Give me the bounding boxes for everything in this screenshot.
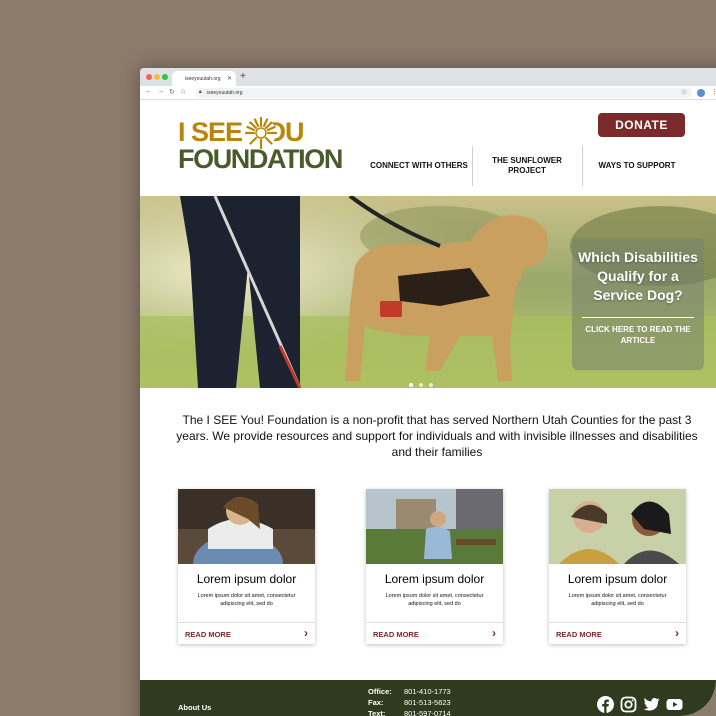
contact-row: Fax: 801-513-5623 xyxy=(368,697,451,708)
bookmark-star-icon[interactable]: ☆ xyxy=(681,88,687,96)
lock-icon: 🔒︎ xyxy=(199,89,202,95)
contact-key: Text: xyxy=(368,709,386,716)
read-more-label: READ MORE xyxy=(373,630,419,639)
url-text: iseeyouutah.org xyxy=(207,90,243,96)
footer-contact: Office: 801-410-1773 Fax: 801-513-5623 Tex… xyxy=(368,686,451,716)
contact-key: Office: xyxy=(368,687,392,696)
card-image xyxy=(549,489,686,564)
card-title: Lorem ipsum dolor xyxy=(384,572,485,586)
card-text: Lorem ipsum dolor sit amet, consectetur … xyxy=(197,593,296,607)
tab-title: iseeyouutah.org xyxy=(185,76,221,82)
contact-row: Office: 801-410-1773 xyxy=(368,686,451,697)
reload-icon[interactable]: ↻ xyxy=(169,88,175,96)
website: I SEE YOU FOUNDATION DONATE CONNECT WITH… xyxy=(140,100,716,716)
tab-bar: iseeyouutah.org ✕ + xyxy=(140,68,716,86)
address-bar[interactable]: 🔒︎ iseeyouutah.org xyxy=(195,88,692,98)
read-more-label: READ MORE xyxy=(185,630,231,639)
social-links xyxy=(597,696,683,713)
card-image xyxy=(178,489,315,564)
twitter-icon[interactable] xyxy=(643,696,660,713)
hero-article-card[interactable]: Which Disabilities Qualify for a Service… xyxy=(572,238,704,370)
browser-menu-icon[interactable]: ⋮ xyxy=(711,88,716,96)
feature-card[interactable]: Lorem ipsum dolor Lorem ipsum dolor sit … xyxy=(549,489,686,644)
donate-button[interactable]: DONATE xyxy=(598,113,685,137)
address-toolbar: ← → ↻ ⌂ 🔒︎ iseeyouutah.org ☆ ⋮ xyxy=(140,86,716,100)
nav-sunflower-project[interactable]: THE SUNFLOWER PROJECT xyxy=(484,146,570,186)
browser-tab[interactable]: iseeyouutah.org ✕ xyxy=(172,71,236,86)
card-text: Lorem ipsum dolor sit amet, consectetur … xyxy=(568,593,667,607)
carousel-dot[interactable] xyxy=(429,383,433,387)
facebook-icon[interactable] xyxy=(597,696,614,713)
hero-divider xyxy=(582,317,694,318)
nav-ways-to-support[interactable]: WAYS TO SUPPORT xyxy=(590,146,684,186)
close-window-button[interactable] xyxy=(146,74,152,80)
logo-line-2: FOUNDATION xyxy=(178,144,343,174)
nav-connect-with-others[interactable]: CONNECT WITH OTHERS xyxy=(366,146,472,186)
feature-card[interactable]: Lorem ipsum dolor Lorem ipsum dolor sit … xyxy=(178,489,315,644)
browser-window: iseeyouutah.org ✕ + ← → ↻ ⌂ 🔒︎ iseeyouut… xyxy=(140,68,716,716)
hero-read-article-link[interactable]: CLICK HERE TO READ THE ARTICLE xyxy=(572,324,704,346)
maximize-window-button[interactable] xyxy=(162,74,168,80)
home-icon[interactable]: ⌂ xyxy=(181,88,185,95)
new-tab-icon[interactable]: + xyxy=(240,71,246,82)
contact-key: Fax: xyxy=(368,698,384,707)
carousel-dots xyxy=(406,374,436,388)
hero-banner[interactable]: Which Disabilities Qualify for a Service… xyxy=(140,196,716,388)
hero-heading: Which Disabilities Qualify for a Service… xyxy=(578,249,698,303)
minimize-window-button[interactable] xyxy=(154,74,160,80)
feature-card[interactable]: Lorem ipsum dolor Lorem ipsum dolor sit … xyxy=(366,489,503,644)
card-text: Lorem ipsum dolor sit amet, consectetur … xyxy=(385,593,484,607)
chevron-right-icon: › xyxy=(492,626,496,640)
footer-about-link[interactable]: About Us xyxy=(178,703,211,712)
profile-avatar[interactable] xyxy=(697,89,705,97)
youtube-icon[interactable] xyxy=(666,696,683,713)
card-title: Lorem ipsum dolor xyxy=(196,572,297,586)
intro-text: The I SEE You! Foundation is a non-profi… xyxy=(176,413,698,459)
chevron-right-icon: › xyxy=(675,626,679,640)
card-image xyxy=(366,489,503,564)
card-title: Lorem ipsum dolor xyxy=(567,572,668,586)
read-more-label: READ MORE xyxy=(556,630,602,639)
chevron-right-icon: › xyxy=(304,626,308,640)
back-icon[interactable]: ← xyxy=(145,88,152,95)
nav-divider xyxy=(582,146,583,186)
site-footer: About Us Office: 801-410-1773 Fax: 801-513… xyxy=(140,680,716,716)
forward-icon[interactable]: → xyxy=(157,88,164,95)
carousel-dot[interactable] xyxy=(409,383,413,387)
logo-line-1: I SEE YOU xyxy=(178,117,305,147)
read-more-link[interactable]: READ MORE › xyxy=(549,622,686,644)
close-tab-icon[interactable]: ✕ xyxy=(227,75,232,82)
background-frame: iseeyouutah.org ✕ + ← → ↻ ⌂ 🔒︎ iseeyouut… xyxy=(0,0,716,716)
read-more-link[interactable]: READ MORE › xyxy=(178,622,315,644)
contact-value: 801-597-0714 xyxy=(404,709,451,716)
carousel-dot[interactable] xyxy=(419,383,423,387)
instagram-icon[interactable] xyxy=(620,696,637,713)
contact-row: Text: 801-597-0714 xyxy=(368,708,451,716)
site-logo[interactable]: I SEE YOU FOUNDATION xyxy=(178,116,343,177)
nav-divider xyxy=(472,146,473,186)
contact-value: 801-513-5623 xyxy=(404,698,451,707)
read-more-link[interactable]: READ MORE › xyxy=(366,622,503,644)
contact-value: 801-410-1773 xyxy=(404,687,451,696)
